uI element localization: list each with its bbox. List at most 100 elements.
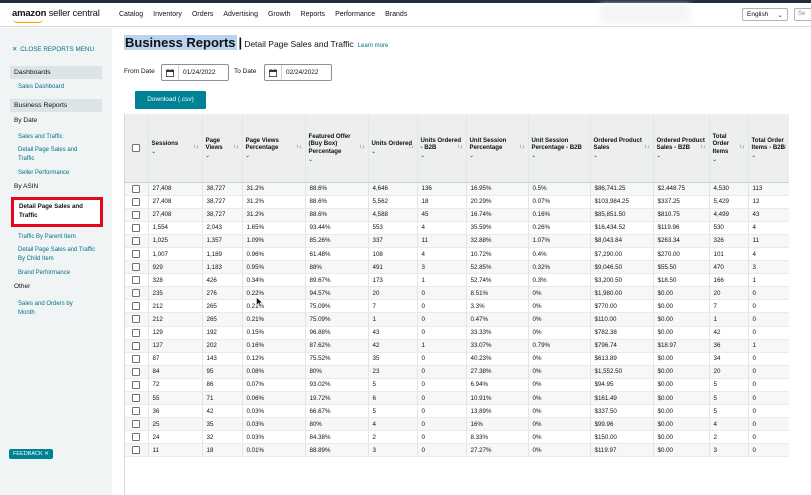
- row-checkbox[interactable]: [132, 407, 141, 416]
- column-header-total-order-items[interactable]: Total Order Items ⌄ ↑↓: [709, 114, 749, 183]
- nav-item-performance[interactable]: Performance: [330, 11, 380, 18]
- sidebar-item-brand-performance[interactable]: Brand Performance: [18, 269, 98, 278]
- column-header-units-ordered-b2b[interactable]: Units Ordered - B2B ⌄ ↑↓: [417, 114, 467, 183]
- chevron-down-icon[interactable]: ⌄: [206, 153, 239, 159]
- chevron-down-icon[interactable]: ⌄: [594, 153, 650, 159]
- table-row[interactable]: 1,025 1,357 1.09% 85.26% 337 11 32.88% 1.07% $8,…: [125, 234, 789, 248]
- sort-icon[interactable]: ↑↓: [644, 144, 650, 152]
- sort-icon[interactable]: ↑↓: [408, 144, 414, 152]
- sidebar-item-sales-dashboard[interactable]: Sales Dashboard: [18, 83, 98, 92]
- table-row[interactable]: 27,408 38,727 31.2% 88.6% 5,562 18 20.29% 0.07%…: [125, 195, 789, 209]
- row-checkbox[interactable]: [132, 223, 141, 232]
- sidebar-item-traffic-by-parent[interactable]: Traffic By Parent Item: [18, 233, 98, 242]
- sort-icon[interactable]: ↑↓: [519, 144, 525, 152]
- calendar-icon[interactable]: [265, 65, 282, 80]
- nav-item-catalog[interactable]: Catalog: [114, 11, 148, 18]
- column-header-featured-offer-buy-box-percentage[interactable]: Featured Offer (Buy Box) Percentage ⌄ ↑↓: [305, 114, 369, 183]
- report-table-container[interactable]: Sessions ⌄ ↑↓ Page Views ⌄ ↑↓ Page Views Perce…: [124, 114, 789, 495]
- table-row[interactable]: 212 265 0.21% 75.09% 7 0 3.3% 0% $770.00 $0.00 7 0: [125, 299, 789, 314]
- table-row[interactable]: 328 426 0.34% 89.67% 173 1 52.74% 0.3% $3,200.50…: [125, 273, 789, 288]
- table-row[interactable]: 127 202 0.16% 87.62% 42 1 33.07% 0.79% $796.74 $1…: [125, 339, 789, 353]
- row-checkbox[interactable]: [132, 197, 141, 206]
- row-checkbox[interactable]: [132, 433, 141, 442]
- row-checkbox[interactable]: [132, 236, 141, 245]
- nav-item-reports[interactable]: Reports: [296, 11, 331, 18]
- table-row[interactable]: 212 265 0.21% 75.09% 1 0 0.47% 0% $110.00 $0.00 1 0: [125, 312, 789, 327]
- nav-item-growth[interactable]: Growth: [263, 11, 296, 18]
- language-select[interactable]: English ⌄: [742, 8, 788, 21]
- row-checkbox[interactable]: [132, 394, 141, 403]
- chevron-down-icon[interactable]: ⌄: [752, 153, 787, 159]
- sidebar-item-sales-orders-month[interactable]: Sales and Orders by Month: [18, 300, 88, 317]
- table-row[interactable]: 55 71 0.06% 19.72% 6 0 10.91% 0% $161.49 $0.00 5 0: [125, 391, 789, 406]
- table-row[interactable]: 25 35 0.03% 80% 4 0 16% 0% $99.96 $0.00 4 0: [125, 417, 789, 432]
- learn-more-link[interactable]: Learn more: [358, 43, 389, 49]
- sort-icon[interactable]: ↑↓: [233, 144, 239, 152]
- download-csv-button[interactable]: Download (.csv): [135, 91, 206, 109]
- chevron-down-icon[interactable]: ⌄: [470, 153, 525, 159]
- chevron-down-icon[interactable]: ⌄: [246, 153, 302, 159]
- column-header-total-order-items-b2b[interactable]: Total Order Items - B2B ⌄ ↑↓: [748, 114, 789, 183]
- row-checkbox[interactable]: [132, 289, 141, 298]
- table-row[interactable]: 929 1,183 0.95% 88% 491 3 52.85% 0.32% $9,046.50…: [125, 260, 789, 275]
- column-header-sessions[interactable]: Sessions ⌄ ↑↓: [148, 114, 203, 183]
- nav-item-advertising[interactable]: Advertising: [218, 11, 263, 18]
- row-checkbox[interactable]: [132, 263, 141, 272]
- table-row[interactable]: 84 95 0.08% 80% 23 0 27.38% 0% $1,552.50 $0.00 20 0: [125, 365, 789, 379]
- row-checkbox[interactable]: [132, 354, 141, 363]
- column-header-units-ordered[interactable]: Units Ordered ⌄ ↑↓: [368, 114, 418, 183]
- nav-item-inventory[interactable]: Inventory: [148, 11, 187, 18]
- table-row[interactable]: 235 276 0.22% 94.57% 20 0 8.51% 0% $1,980.00 $0.0…: [125, 286, 789, 301]
- sidebar-item-detail-page-by-date[interactable]: Detail Page Sales and Traffic: [18, 146, 90, 163]
- close-reports-menu-link[interactable]: ✕ CLOSE REPORTS MENU: [12, 46, 94, 53]
- row-checkbox[interactable]: [132, 367, 141, 376]
- table-row[interactable]: 129 192 0.15% 96.88% 43 0 33.33% 0% $782.38 $0.00…: [125, 326, 789, 340]
- sidebar-item-detail-page-active[interactable]: Detail Page Sales and Traffic: [11, 197, 103, 227]
- nav-item-orders[interactable]: Orders: [187, 11, 218, 18]
- row-checkbox[interactable]: [132, 420, 141, 429]
- chevron-down-icon[interactable]: ⌄: [309, 157, 365, 163]
- row-checkbox[interactable]: [132, 328, 141, 337]
- column-header-page-views-percentage[interactable]: Page Views Percentage ⌄ ↑↓: [242, 114, 306, 183]
- from-date-field[interactable]: 01/24/2022: [161, 64, 229, 81]
- row-checkbox[interactable]: [132, 184, 141, 193]
- column-header-ordered-product-sales[interactable]: Ordered Product Sales ⌄ ↑↓: [590, 114, 654, 183]
- sort-icon[interactable]: ↑↓: [781, 144, 787, 152]
- table-row[interactable]: 11 18 0.01% 88.89% 3 0 27.27% 0% $119.97 $0.00 3 0: [125, 443, 789, 458]
- feedback-button[interactable]: FEEDBACK ✕: [9, 449, 53, 459]
- sort-icon[interactable]: ↑↓: [359, 144, 365, 152]
- table-row[interactable]: 1,007 1,189 0.96% 61.48% 108 4 10.72% 0.4% $7,29…: [125, 247, 789, 262]
- amazon-seller-central-logo[interactable]: amazon seller central: [12, 8, 106, 23]
- row-checkbox[interactable]: [132, 250, 141, 259]
- sort-icon[interactable]: ↑↓: [700, 144, 706, 152]
- sidebar-item-sales-and-traffic[interactable]: Sales and Traffic: [18, 133, 98, 142]
- row-checkbox[interactable]: [132, 210, 141, 219]
- column-header-page-views[interactable]: Page Views ⌄ ↑↓: [202, 114, 243, 183]
- calendar-icon[interactable]: [162, 65, 179, 80]
- search-input[interactable]: Se: [794, 8, 811, 21]
- sort-icon[interactable]: ↑↓: [739, 144, 745, 152]
- chevron-down-icon[interactable]: ⌄: [713, 157, 745, 163]
- table-row[interactable]: 27,408 38,727 31.2% 88.6% 4,646 136 16.95% 0.5%…: [125, 182, 789, 196]
- row-checkbox[interactable]: [132, 276, 141, 285]
- table-row[interactable]: 24 32 0.03% 84.38% 2 0 8.33% 0% $150.00 $0.00 2 0: [125, 430, 789, 445]
- row-checkbox[interactable]: [132, 446, 141, 455]
- sidebar-item-traffic-by-child[interactable]: Detail Page Sales and Traffic By Child I…: [18, 246, 102, 263]
- row-checkbox[interactable]: [132, 341, 141, 350]
- row-checkbox[interactable]: [132, 380, 141, 389]
- table-row[interactable]: 27,408 38,727 31.2% 88.6% 4,588 45 16.74% 0.16%…: [125, 208, 789, 222]
- sidebar-item-seller-performance[interactable]: Seller Performance: [18, 169, 98, 178]
- sort-icon[interactable]: ↑↓: [296, 144, 302, 152]
- sort-icon[interactable]: ↑↓: [193, 144, 199, 152]
- table-row[interactable]: 36 42 0.03% 66.67% 5 0 13.89% 0% $337.50 $0.00 5 0: [125, 404, 789, 419]
- column-header-unit-session-percentage-b2b[interactable]: Unit Session Percentage - B2B ⌄: [528, 114, 591, 183]
- table-row[interactable]: 72 86 0.07% 93.02% 5 0 6.94% 0% $94.95 $0.00 5 0: [125, 378, 789, 393]
- row-checkbox[interactable]: [132, 302, 141, 311]
- chevron-down-icon[interactable]: ⌄: [152, 149, 199, 155]
- to-date-field[interactable]: 02/24/2022: [264, 64, 332, 81]
- nav-item-brands[interactable]: Brands: [380, 11, 412, 18]
- table-row[interactable]: 1,554 2,043 1.65% 93.44% 553 4 35.59% 0.26% $16,…: [125, 221, 789, 235]
- table-row[interactable]: 87 143 0.12% 75.52% 35 0 40.23% 0% $613.89 $0.00 3…: [125, 352, 789, 366]
- column-header-unit-session-percentage[interactable]: Unit Session Percentage ⌄ ↑↓: [466, 114, 529, 183]
- sort-icon[interactable]: ↑↓: [457, 144, 463, 152]
